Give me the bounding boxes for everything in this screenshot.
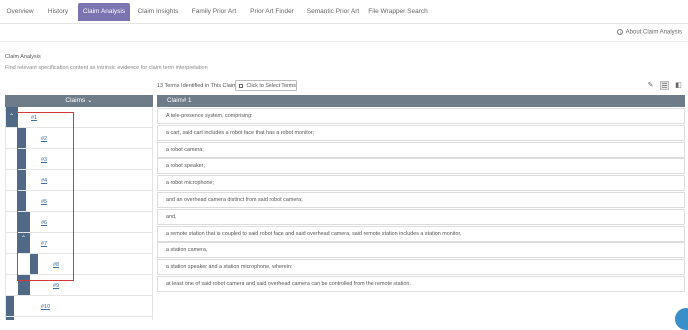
- claim-row[interactable]: #10: [6, 296, 153, 317]
- claim-line[interactable]: a robot speaker;: [157, 158, 685, 175]
- tab-history[interactable]: History: [41, 4, 75, 20]
- tab-claim-insights[interactable]: Claim Insights: [134, 4, 182, 20]
- claim-lines: A tele-presence system, comprising: a ca…: [157, 108, 685, 293]
- tab-semantic-prior-art[interactable]: Semantic Prior Art: [304, 4, 362, 20]
- claim-line[interactable]: and,: [157, 208, 685, 225]
- claim-header: Claim# 1: [157, 95, 685, 107]
- claim-link[interactable]: #10: [41, 304, 50, 310]
- page-subtitle: Find relevant specification content as i…: [5, 65, 208, 71]
- select-terms-label: Click to Select Terms: [246, 83, 296, 89]
- claims-dropdown-header[interactable]: Claims ⌄: [5, 95, 153, 107]
- tab-claim-analysis[interactable]: Claim Analysis: [78, 3, 130, 21]
- checkbox-icon: [239, 83, 243, 88]
- about-claim-analysis-link[interactable]: i About Claim Analysis: [617, 29, 682, 36]
- claim-line[interactable]: a cart, said cart includes a robot face …: [157, 124, 685, 141]
- highlight-box: [17, 112, 74, 281]
- page-title: Claim Analysis: [5, 54, 41, 60]
- claims-header-label: Claims: [65, 97, 86, 104]
- page-topbar: i About Claim Analysis: [0, 24, 688, 42]
- tab-prior-art-finder[interactable]: Prior Art Finder: [246, 4, 298, 20]
- claim-line[interactable]: a station camera,: [157, 242, 685, 259]
- select-terms-button[interactable]: Click to Select Terms: [235, 80, 297, 91]
- tab-file-wrapper-search[interactable]: File Wrapper Search: [367, 4, 429, 20]
- info-icon: i: [617, 29, 624, 35]
- chat-widget-button[interactable]: [675, 308, 688, 330]
- terms-count: 13 Terms Identified in This Claim: [157, 83, 237, 89]
- claim-line[interactable]: a robot camera;: [157, 141, 685, 158]
- about-label: About Claim Analysis: [625, 29, 682, 36]
- tab-bar: Overview History Claim Analysis Claim In…: [0, 0, 688, 24]
- claim-line[interactable]: a station speaker and a station micropho…: [157, 259, 685, 276]
- pencil-icon[interactable]: ✎: [646, 81, 655, 90]
- list-view-icon[interactable]: ☰: [660, 81, 669, 90]
- tab-overview[interactable]: Overview: [2, 4, 38, 20]
- split-view-icon[interactable]: ◧: [674, 81, 683, 90]
- tab-family-prior-art[interactable]: Family Prior Art: [187, 4, 241, 20]
- claim-line[interactable]: a robot microphone;: [157, 175, 685, 192]
- claim-line[interactable]: a remote station that is coupled to said…: [157, 225, 685, 242]
- claim-line[interactable]: at least one of said robot camera and sa…: [157, 275, 685, 292]
- claim-link[interactable]: #9: [53, 283, 59, 289]
- chevron-down-icon: ⌄: [87, 97, 93, 104]
- claim-line[interactable]: A tele-presence system, comprising:: [157, 108, 685, 124]
- claim-line[interactable]: and an overhead camera distinct from sai…: [157, 191, 685, 208]
